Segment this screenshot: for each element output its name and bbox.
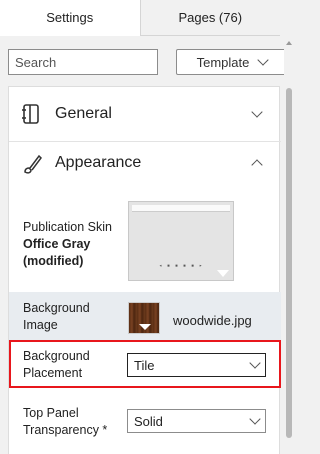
publication-skin-label: Publication Skin Office Gray (modified) — [23, 219, 112, 270]
thumbnail-toolbar — [132, 205, 230, 212]
tab-settings[interactable]: Settings — [0, 0, 141, 36]
publication-skin-label-text: Publication Skin — [23, 220, 112, 234]
top-panel-transparency-value: Solid — [134, 413, 163, 429]
top-panel-transparency-label-line1: Top Panel — [23, 406, 79, 420]
chevron-down-icon — [257, 54, 270, 66]
scrollbar-thumb[interactable] — [286, 88, 292, 438]
chevron-up-icon — [251, 159, 263, 171]
thumbnail-nav: ◂ ▪ ▪ ▪ ▪ ▸ — [159, 263, 204, 269]
top-panel-transparency-label-line2: Transparency * — [23, 423, 108, 437]
background-placement-label: Background Placement — [23, 348, 90, 382]
background-image-label: Background Image — [23, 300, 90, 334]
top-panel-transparency-select[interactable]: Solid — [127, 409, 266, 433]
background-placement-label-line1: Background — [23, 349, 90, 363]
section-appearance-header[interactable]: Appearance — [9, 135, 281, 191]
settings-panel: General Appearance Publication Skin Offi… — [8, 86, 281, 454]
search-input[interactable] — [8, 49, 158, 75]
publication-skin-thumbnail[interactable]: ◂ ▪ ▪ ▪ ▪ ▸ — [128, 201, 234, 281]
template-select-label: Template — [196, 54, 250, 70]
background-placement-value: Tile — [134, 357, 155, 373]
section-general-title: General — [55, 105, 112, 122]
background-image-label-line1: Background — [23, 301, 90, 315]
top-panel-transparency-label: Top Panel Transparency * — [23, 405, 107, 439]
toolbar: Template — [0, 36, 288, 86]
background-image-label-line2: Image — [23, 318, 58, 332]
scroll-up-arrow-icon[interactable] — [286, 41, 292, 45]
section-appearance-title: Appearance — [55, 154, 142, 171]
brush-icon — [24, 154, 42, 174]
book-icon — [22, 104, 39, 124]
template-select[interactable]: Template — [176, 49, 288, 75]
background-placement-label-line2: Placement — [23, 366, 83, 380]
chevron-down-icon — [251, 106, 263, 118]
section-general-header[interactable]: General — [9, 87, 281, 141]
chevron-down-icon — [249, 413, 261, 425]
dropdown-arrow-icon — [217, 270, 229, 277]
tab-pages[interactable]: Pages (76) — [140, 0, 280, 36]
chevron-down-icon — [249, 357, 261, 369]
background-placement-select[interactable]: Tile — [127, 353, 266, 377]
dropdown-arrow-icon — [139, 324, 151, 330]
publication-skin-modified: (modified) — [23, 254, 84, 268]
background-image-thumbnail[interactable] — [128, 302, 160, 334]
publication-skin-value: Office Gray — [23, 237, 91, 251]
tab-bar: Settings Pages (76) — [0, 0, 280, 36]
background-image-filename: woodwide.jpg — [173, 313, 252, 328]
